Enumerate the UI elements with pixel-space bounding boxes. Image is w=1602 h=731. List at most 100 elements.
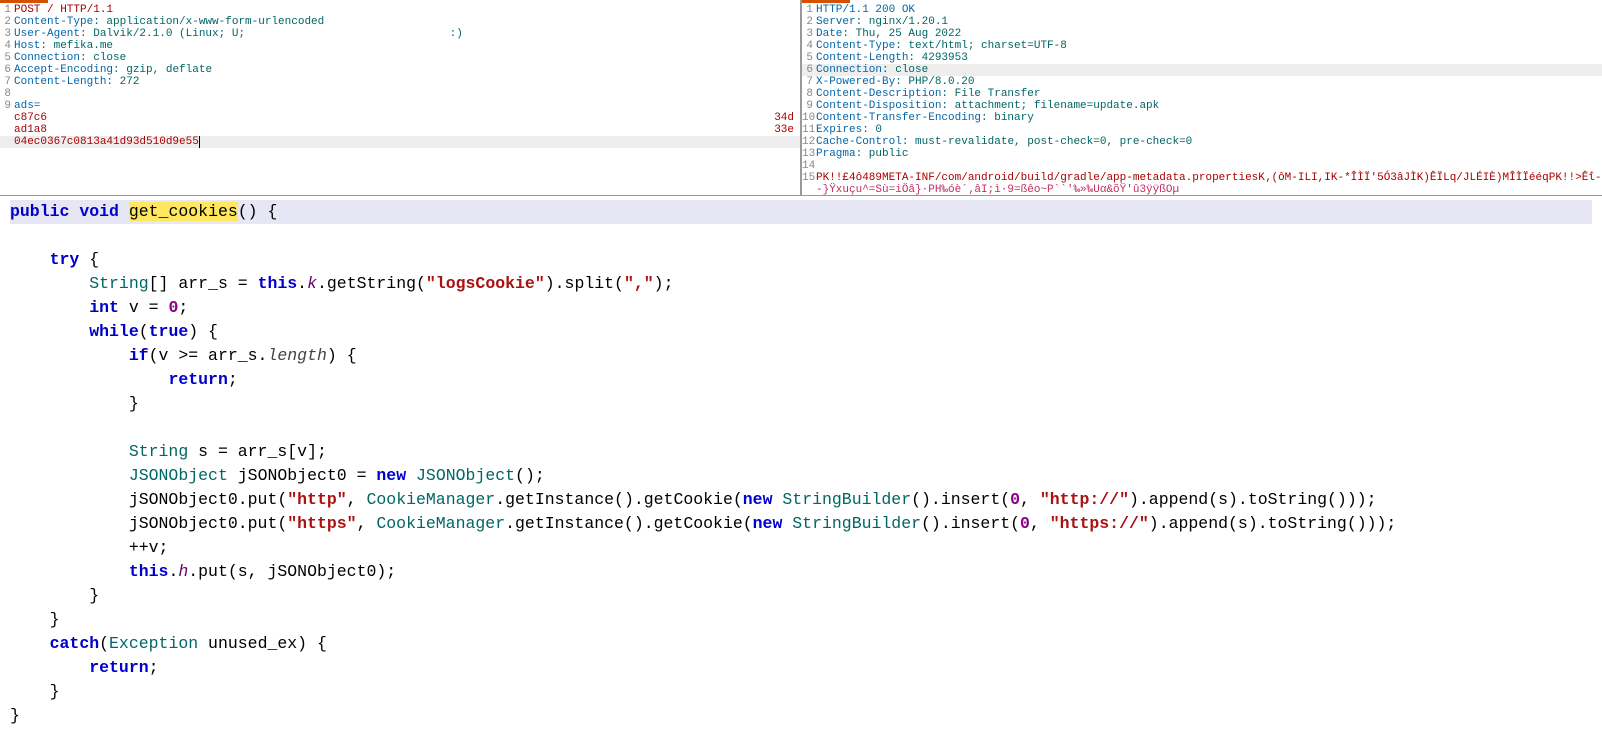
- code-line[interactable]: 15PK!!£4ô489META-INF/com/android/build/g…: [802, 172, 1602, 184]
- line-number: 1: [0, 4, 14, 16]
- code-line: catch(Exception unused_ex) {: [10, 634, 327, 653]
- code-line: return;: [10, 370, 238, 389]
- line-content: PK!!£4ô489META-INF/com/android/build/gra…: [816, 172, 1602, 184]
- line-number: 11: [802, 124, 816, 136]
- code-line: if(v >= arr_s.length) {: [10, 346, 357, 365]
- line-number: 4: [0, 40, 14, 52]
- line-content: 04ec0367c0813a41d93d510d9e55: [14, 136, 800, 148]
- code-line[interactable]: 7Content-Length: 272: [0, 76, 800, 88]
- line-number: 5: [802, 52, 816, 64]
- line-content: HTTP/1.1 200 OK: [816, 4, 1602, 16]
- line-content: POST / HTTP/1.1: [14, 4, 800, 16]
- text-cursor: [199, 136, 200, 148]
- line-content: c87c6: [14, 112, 774, 124]
- accent-bar: [0, 0, 48, 3]
- code-line: String s = arr_s[v];: [10, 442, 327, 461]
- line-content: Accept-Encoding: gzip, deflate: [14, 64, 800, 76]
- line-number: 3: [802, 28, 816, 40]
- http-split-view: 1POST / HTTP/1.12Content-Type: applicati…: [0, 0, 1602, 196]
- line-number: 6: [802, 64, 816, 76]
- line-number: 4: [802, 40, 816, 52]
- line-content: ad1a8: [14, 124, 774, 136]
- line-number: 8: [0, 88, 14, 100]
- line-tail: 34d: [774, 112, 800, 124]
- code-line: String[] arr_s = this.k.getString("logsC…: [10, 274, 673, 293]
- line-content: Content-Length: 272: [14, 76, 800, 88]
- code-line[interactable]: 12Cache-Control: must-revalidate, post-c…: [802, 136, 1602, 148]
- code-line[interactable]: 8Content-Description: File Transfer: [802, 88, 1602, 100]
- line-content: Cache-Control: must-revalidate, post-che…: [816, 136, 1602, 148]
- line-number: 14: [802, 160, 816, 172]
- code-line[interactable]: 13Pragma: public: [802, 148, 1602, 160]
- code-line[interactable]: 11Expires: 0: [802, 124, 1602, 136]
- line-number: 8: [802, 88, 816, 100]
- code-line[interactable]: ad1a833e: [0, 124, 800, 136]
- code-line[interactable]: 2Server: nginx/1.20.1: [802, 16, 1602, 28]
- method-signature: public void get_cookies() {: [10, 200, 1592, 224]
- code-line[interactable]: 10Content-Transfer-Encoding: binary: [802, 112, 1602, 124]
- line-number: 1: [802, 4, 816, 16]
- line-number: 13: [802, 148, 816, 160]
- line-content: Content-Transfer-Encoding: binary: [816, 112, 1602, 124]
- line-content: Content-Type: application/x-www-form-url…: [14, 16, 800, 28]
- line-content: X-Powered-By: PHP/8.0.20: [816, 76, 1602, 88]
- line-content: Date: Thu, 25 Aug 2022: [816, 28, 1602, 40]
- code-line: this.h.put(s, jSONObject0);: [10, 562, 396, 581]
- code-line[interactable]: 1HTTP/1.1 200 OK: [802, 4, 1602, 16]
- line-number: 7: [802, 76, 816, 88]
- code-line[interactable]: 1POST / HTTP/1.1: [0, 4, 800, 16]
- code-line[interactable]: c87c634d: [0, 112, 800, 124]
- line-content: User-Agent: Dalvik/2.1.0 (Linux; U; :): [14, 28, 800, 40]
- line-number: 5: [0, 52, 14, 64]
- code-line: }: [10, 586, 99, 605]
- line-content: Connection: close: [14, 52, 800, 64]
- line-number: [802, 184, 816, 195]
- code-line[interactable]: 4Content-Type: text/html; charset=UTF-8: [802, 40, 1602, 52]
- code-line[interactable]: 8: [0, 88, 800, 100]
- code-line: return;: [10, 658, 159, 677]
- line-number: 2: [0, 16, 14, 28]
- code-line: try {: [10, 250, 99, 269]
- line-content: Content-Description: File Transfer: [816, 88, 1602, 100]
- request-pane[interactable]: 1POST / HTTP/1.12Content-Type: applicati…: [0, 0, 802, 195]
- code-line[interactable]: 5Connection: close: [0, 52, 800, 64]
- code-line[interactable]: 5Content-Length: 4293953: [802, 52, 1602, 64]
- line-tail: 33e: [774, 124, 800, 136]
- java-decompiled-pane[interactable]: public void get_cookies() { try { String…: [0, 196, 1602, 731]
- code-line[interactable]: 3User-Agent: Dalvik/2.1.0 (Linux; U; :): [0, 28, 800, 40]
- line-number: [0, 136, 14, 148]
- code-line[interactable]: 6Accept-Encoding: gzip, deflate: [0, 64, 800, 76]
- line-content: Expires: 0: [816, 124, 1602, 136]
- line-content: Content-Disposition: attachment; filenam…: [816, 100, 1602, 112]
- code-line[interactable]: 9ads=: [0, 100, 800, 112]
- code-line[interactable]: 7X-Powered-By: PHP/8.0.20: [802, 76, 1602, 88]
- code-line: jSONObject0.put("https", CookieManager.g…: [10, 514, 1396, 533]
- code-line: JSONObject jSONObject0 = new JSONObject(…: [10, 466, 545, 485]
- line-content: ads=: [14, 100, 800, 112]
- code-line[interactable]: 4Host: mefika.me: [0, 40, 800, 52]
- line-content: -}Ÿxuçu^=Sù=iÖâ}·PH‰óè´‚âI;ì·9=ßêo~P``'‰…: [816, 184, 1602, 195]
- line-content: Pragma: public: [816, 148, 1602, 160]
- code-line[interactable]: 3Date: Thu, 25 Aug 2022: [802, 28, 1602, 40]
- line-number: 9: [0, 100, 14, 112]
- accent-bar: [802, 0, 850, 3]
- line-number: [0, 124, 14, 136]
- code-line[interactable]: 2Content-Type: application/x-www-form-ur…: [0, 16, 800, 28]
- code-line[interactable]: 04ec0367c0813a41d93d510d9e55: [0, 136, 800, 148]
- line-number: 12: [802, 136, 816, 148]
- code-line: jSONObject0.put("http", CookieManager.ge…: [10, 490, 1377, 509]
- code-line: while(true) {: [10, 322, 218, 341]
- code-line[interactable]: -}Ÿxuçu^=Sù=iÖâ}·PH‰óè´‚âI;ì·9=ßêo~P``'‰…: [802, 184, 1602, 195]
- line-number: 15: [802, 172, 816, 184]
- code-line[interactable]: 9Content-Disposition: attachment; filena…: [802, 100, 1602, 112]
- line-number: [0, 112, 14, 124]
- line-content: [816, 160, 1602, 172]
- line-number: 9: [802, 100, 816, 112]
- response-pane[interactable]: 1HTTP/1.1 200 OK2Server: nginx/1.20.13Da…: [802, 0, 1602, 195]
- code-line[interactable]: 6Connection: close: [802, 64, 1602, 76]
- line-number: 2: [802, 16, 816, 28]
- line-content: Host: mefika.me: [14, 40, 800, 52]
- code-line[interactable]: 14: [802, 160, 1602, 172]
- line-content: [14, 88, 800, 100]
- line-content: Connection: close: [816, 64, 1602, 76]
